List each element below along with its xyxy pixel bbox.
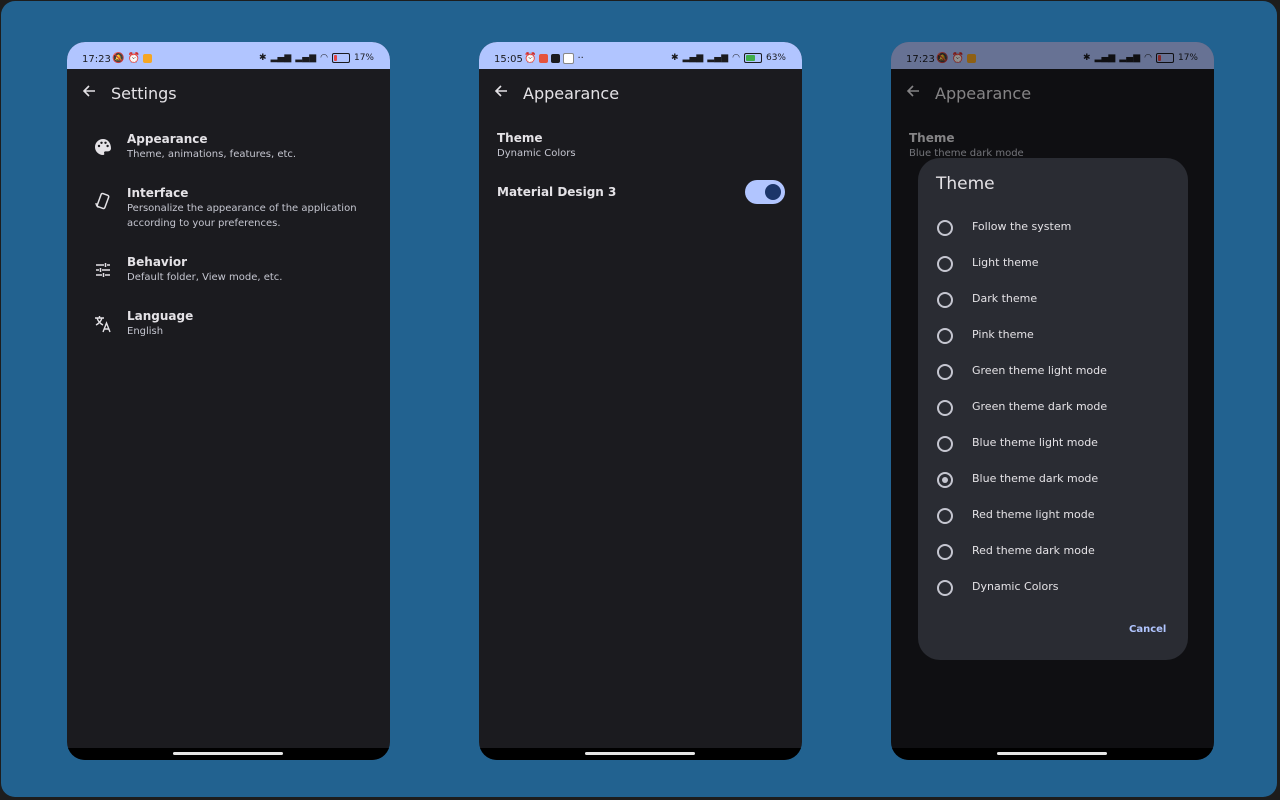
item-subtitle: Personalize the appearance of the applic… xyxy=(127,203,357,229)
cancel-button[interactable]: Cancel xyxy=(1129,624,1166,635)
radio-unselected-icon[interactable] xyxy=(937,256,953,272)
bluetooth-icon: ✱ xyxy=(671,53,679,63)
settings-item-behavior[interactable]: Behavior Default folder, View mode, etc. xyxy=(91,255,381,289)
switch-knob xyxy=(765,184,781,200)
item-subtitle: Theme, animations, features, etc. xyxy=(127,149,297,160)
item-title: Interface xyxy=(127,186,189,200)
gesture-bar xyxy=(479,748,802,760)
screenshot-frame: 17:23 🔕 ⏰ ✱ ▂▄▆ ▂▄▆ ◠ 17% Settings Appea… xyxy=(1,1,1277,797)
theme-option-label: Blue theme light mode xyxy=(972,436,1098,449)
battery-percent: 63% xyxy=(765,53,786,63)
row-subtitle: Dynamic Colors xyxy=(497,148,576,159)
phone-settings: 17:23 🔕 ⏰ ✱ ▂▄▆ ▂▄▆ ◠ 17% Settings Appea… xyxy=(67,42,390,760)
alarm-icon: ⏰ xyxy=(127,53,140,64)
dialog-title: Theme xyxy=(936,174,995,194)
more-notifications-icon: ·· xyxy=(577,53,584,64)
material-design-switch[interactable] xyxy=(745,180,785,204)
phone-theme-dialog: 17:23 🔕 ⏰ ✱ ▂▄▆ ▂▄▆ ◠ 17% Appearance The xyxy=(891,42,1214,760)
home-indicator[interactable] xyxy=(173,752,283,755)
status-bar: 17:23 🔕 ⏰ ✱ ▂▄▆ ▂▄▆ ◠ 17% xyxy=(67,42,390,69)
row-title: Material Design 3 xyxy=(497,185,617,199)
radio-unselected-icon[interactable] xyxy=(937,400,953,416)
theme-option[interactable]: Dynamic Colors xyxy=(936,574,1176,602)
wifi-icon: ◠ xyxy=(732,53,740,63)
theme-option-label: Green theme dark mode xyxy=(972,400,1108,413)
page-title: Settings xyxy=(111,84,177,103)
radio-unselected-icon[interactable] xyxy=(937,436,953,452)
material-design-row[interactable]: Material Design 3 xyxy=(497,185,787,199)
settings-item-appearance[interactable]: Appearance Theme, animations, features, … xyxy=(91,132,381,166)
theme-option[interactable]: Blue theme light mode xyxy=(936,430,1176,458)
back-arrow-icon[interactable] xyxy=(81,83,97,99)
app-notification-icon xyxy=(551,54,561,63)
theme-option[interactable]: Follow the system xyxy=(936,214,1176,242)
alarm-icon: ⏰ xyxy=(524,53,537,64)
battery-icon xyxy=(743,53,762,63)
home-indicator[interactable] xyxy=(585,752,695,755)
row-title: Theme xyxy=(497,131,543,145)
status-bar: 15:05 ⏰ ·· ✱ ▂▄▆ ▂▄▆ ◠ 63% xyxy=(479,42,802,69)
radio-unselected-icon[interactable] xyxy=(937,544,953,560)
theme-option-label: Green theme light mode xyxy=(972,364,1107,377)
theme-option[interactable]: Red theme light mode xyxy=(936,502,1176,530)
wifi-icon: ◠ xyxy=(320,53,328,63)
item-subtitle: Default folder, View mode, etc. xyxy=(127,272,283,283)
theme-option[interactable]: Light theme xyxy=(936,250,1176,278)
gesture-bar xyxy=(67,748,390,760)
theme-setting-row[interactable]: Theme Dynamic Colors xyxy=(497,131,787,159)
theme-option-label: Red theme dark mode xyxy=(972,544,1095,557)
mail-icon xyxy=(563,53,575,64)
theme-option-label: Pink theme xyxy=(972,328,1034,341)
app-bar: Settings xyxy=(67,69,390,119)
phone-appearance: 15:05 ⏰ ·· ✱ ▂▄▆ ▂▄▆ ◠ 63% Appearance Th… xyxy=(479,42,802,760)
item-subtitle: English xyxy=(127,326,164,337)
radio-unselected-icon[interactable] xyxy=(937,328,953,344)
translate-icon xyxy=(95,316,111,333)
theme-option[interactable]: Green theme dark mode xyxy=(936,394,1176,422)
signal-icon: ▂▄▆ xyxy=(707,53,729,63)
radio-unselected-icon[interactable] xyxy=(937,508,953,524)
radio-unselected-icon[interactable] xyxy=(937,364,953,380)
page-title: Appearance xyxy=(523,84,620,103)
signal-icon: ▂▄▆ xyxy=(682,53,704,63)
item-title: Language xyxy=(127,309,194,323)
item-title: Behavior xyxy=(127,255,188,269)
theme-option-label: Dark theme xyxy=(972,292,1038,305)
app-notification-icon xyxy=(142,54,152,63)
theme-option-label: Light theme xyxy=(972,256,1039,269)
app-notification-icon xyxy=(539,54,549,63)
theme-option-label: Blue theme dark mode xyxy=(972,472,1099,485)
theme-option[interactable]: Pink theme xyxy=(936,322,1176,350)
app-bar: Appearance xyxy=(479,69,802,119)
radio-unselected-icon[interactable] xyxy=(937,580,953,596)
battery-icon xyxy=(331,53,350,63)
radio-unselected-icon[interactable] xyxy=(937,292,953,308)
status-time: 17:23 xyxy=(82,54,111,65)
back-arrow-icon[interactable] xyxy=(493,83,509,99)
theme-option[interactable]: Dark theme xyxy=(936,286,1176,314)
signal-icon: ▂▄▆ xyxy=(295,53,317,63)
interface-icon xyxy=(95,192,110,210)
theme-dialog: Theme Follow the system Light theme Dark t… xyxy=(918,158,1188,660)
theme-option[interactable]: Red theme dark mode xyxy=(936,538,1176,566)
theme-option[interactable]: Blue theme dark mode xyxy=(936,466,1176,494)
settings-item-interface[interactable]: Interface Personalize the appearance of … xyxy=(91,186,381,234)
theme-option-label: Dynamic Colors xyxy=(972,580,1059,593)
tune-icon xyxy=(96,263,110,277)
battery-percent: 17% xyxy=(353,53,374,63)
signal-icon: ▂▄▆ xyxy=(270,53,292,63)
theme-option-label: Follow the system xyxy=(972,220,1072,233)
status-time: 15:05 xyxy=(494,54,523,65)
palette-icon xyxy=(95,139,111,155)
home-indicator[interactable] xyxy=(997,752,1107,755)
mute-icon: 🔕 xyxy=(112,53,125,64)
gesture-bar xyxy=(891,748,1214,760)
radio-unselected-icon[interactable] xyxy=(937,220,953,236)
item-title: Appearance xyxy=(127,132,208,146)
theme-option-label: Red theme light mode xyxy=(972,508,1095,521)
theme-option[interactable]: Green theme light mode xyxy=(936,358,1176,386)
bluetooth-icon: ✱ xyxy=(259,53,267,63)
settings-item-language[interactable]: Language English xyxy=(91,309,381,343)
radio-selected-icon[interactable] xyxy=(937,472,953,488)
